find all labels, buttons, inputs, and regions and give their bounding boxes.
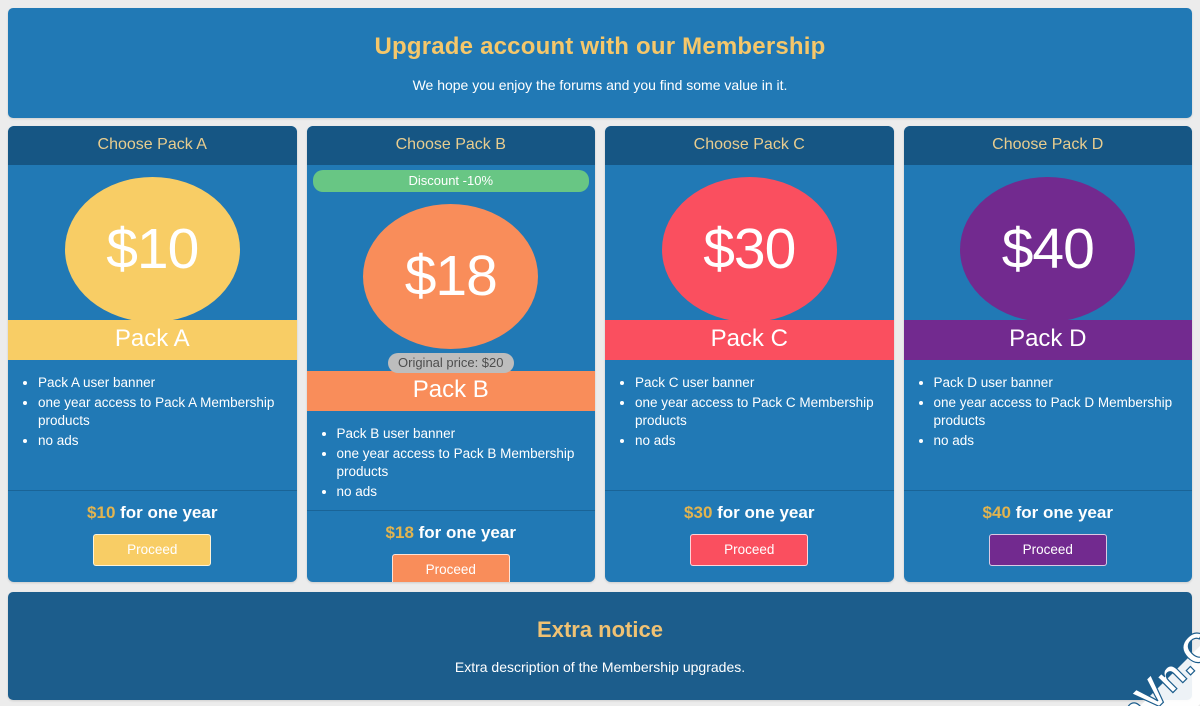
notice-title: Extra notice <box>537 617 663 642</box>
pricing-card: Choose Pack A $10 Pack APack A user bann… <box>8 126 297 582</box>
pack-name-band: Pack D <box>903 320 1192 360</box>
pricing-card: Choose Pack D $40 Pack DPack D user bann… <box>903 126 1193 582</box>
proceed-button[interactable]: Proceed <box>93 534 212 566</box>
discount-badge: Discount -10% <box>312 170 589 192</box>
feature-list: Pack B user bannerone year access to Pac… <box>307 411 596 510</box>
notice-subtitle: Extra description of the Membership upgr… <box>454 659 746 675</box>
feature-item: Pack A user banner <box>38 374 281 393</box>
price-bubble: $10 <box>64 177 240 322</box>
hero-banner: Upgrade account with our Membership We h… <box>8 8 1192 118</box>
feature-item: no ads <box>635 432 878 451</box>
pricing-card-grid: Choose Pack A $10 Pack APack A user bann… <box>8 126 1192 582</box>
price-bubble: $30 <box>661 177 837 322</box>
card-header: Choose Pack D <box>903 126 1192 165</box>
price-bubble: $40 <box>960 177 1136 322</box>
price-amount: $30 <box>703 217 796 281</box>
feature-item: no ads <box>934 432 1177 451</box>
footer-period: for one year <box>1015 503 1113 522</box>
page-title: Upgrade account with our Membership <box>374 33 826 60</box>
feature-item: Pack C user banner <box>635 374 878 393</box>
card-footer: $30 for one year Proceed <box>605 490 894 582</box>
footer-price-line: $30 for one year <box>615 503 884 523</box>
extra-notice-panel: Extra notice Extra description of the Me… <box>8 592 1192 700</box>
pack-name-band: Pack C <box>605 320 894 360</box>
footer-amount: $18 <box>385 523 414 542</box>
card-header: Choose Pack A <box>8 126 297 165</box>
footer-price-line: $10 for one year <box>18 503 287 523</box>
footer-amount: $30 <box>684 503 713 522</box>
pack-name-band: Pack A <box>8 320 297 360</box>
price-amount: $10 <box>106 217 199 281</box>
card-footer: $10 for one year Proceed <box>8 490 297 582</box>
price-amount: $18 <box>404 244 498 308</box>
feature-item: one year access to Pack B Membership pro… <box>337 445 580 482</box>
price-zone: $30 <box>605 165 894 322</box>
feature-item: one year access to Pack D Membership pro… <box>934 394 1177 431</box>
price-bubble: $18 <box>363 204 539 349</box>
price-amount: $40 <box>1001 217 1095 281</box>
feature-item: one year access to Pack C Membership pro… <box>635 394 878 431</box>
feature-item: no ads <box>38 432 281 451</box>
pricing-card: Choose Pack B Discount -10% $18 Original … <box>306 126 596 582</box>
footer-price-line: $40 for one year <box>914 503 1183 523</box>
proceed-button[interactable]: Proceed <box>988 534 1107 566</box>
pricing-card: Choose Pack C $30 Pack CPack C user bann… <box>605 126 894 582</box>
feature-item: no ads <box>337 483 580 502</box>
feature-item: Pack D user banner <box>934 374 1177 393</box>
card-footer: $40 for one year Proceed <box>903 490 1192 582</box>
pack-name-band: Pack B <box>306 371 595 411</box>
feature-item: Pack B user banner <box>337 425 580 444</box>
card-header: Choose Pack B <box>306 126 595 165</box>
feature-list: Pack A user bannerone year access to Pac… <box>8 360 297 490</box>
page-subtitle: We hope you enjoy the forums and you fin… <box>412 77 788 93</box>
footer-price-line: $18 for one year <box>317 523 586 543</box>
footer-amount: $40 <box>982 503 1011 522</box>
footer-period: for one year <box>717 503 815 522</box>
feature-list: Pack D user bannerone year access to Pac… <box>904 360 1193 490</box>
proceed-button[interactable]: Proceed <box>391 554 510 582</box>
footer-period: for one year <box>120 503 218 522</box>
original-price-badge: Original price: $20 <box>388 353 514 373</box>
price-zone: $10 <box>8 165 297 322</box>
footer-period: for one year <box>418 523 516 542</box>
feature-list: Pack C user bannerone year access to Pac… <box>605 360 894 490</box>
price-zone: $18 Original price: $20 <box>307 192 596 373</box>
proceed-button[interactable]: Proceed <box>690 534 809 566</box>
feature-item: one year access to Pack A Membership pro… <box>38 394 281 431</box>
footer-amount: $10 <box>87 503 116 522</box>
price-zone: $40 <box>904 165 1193 322</box>
card-footer: $18 for one year Proceed <box>306 510 595 582</box>
pricing-page: Upgrade account with our Membership We h… <box>0 0 1200 706</box>
card-header: Choose Pack C <box>605 126 894 165</box>
